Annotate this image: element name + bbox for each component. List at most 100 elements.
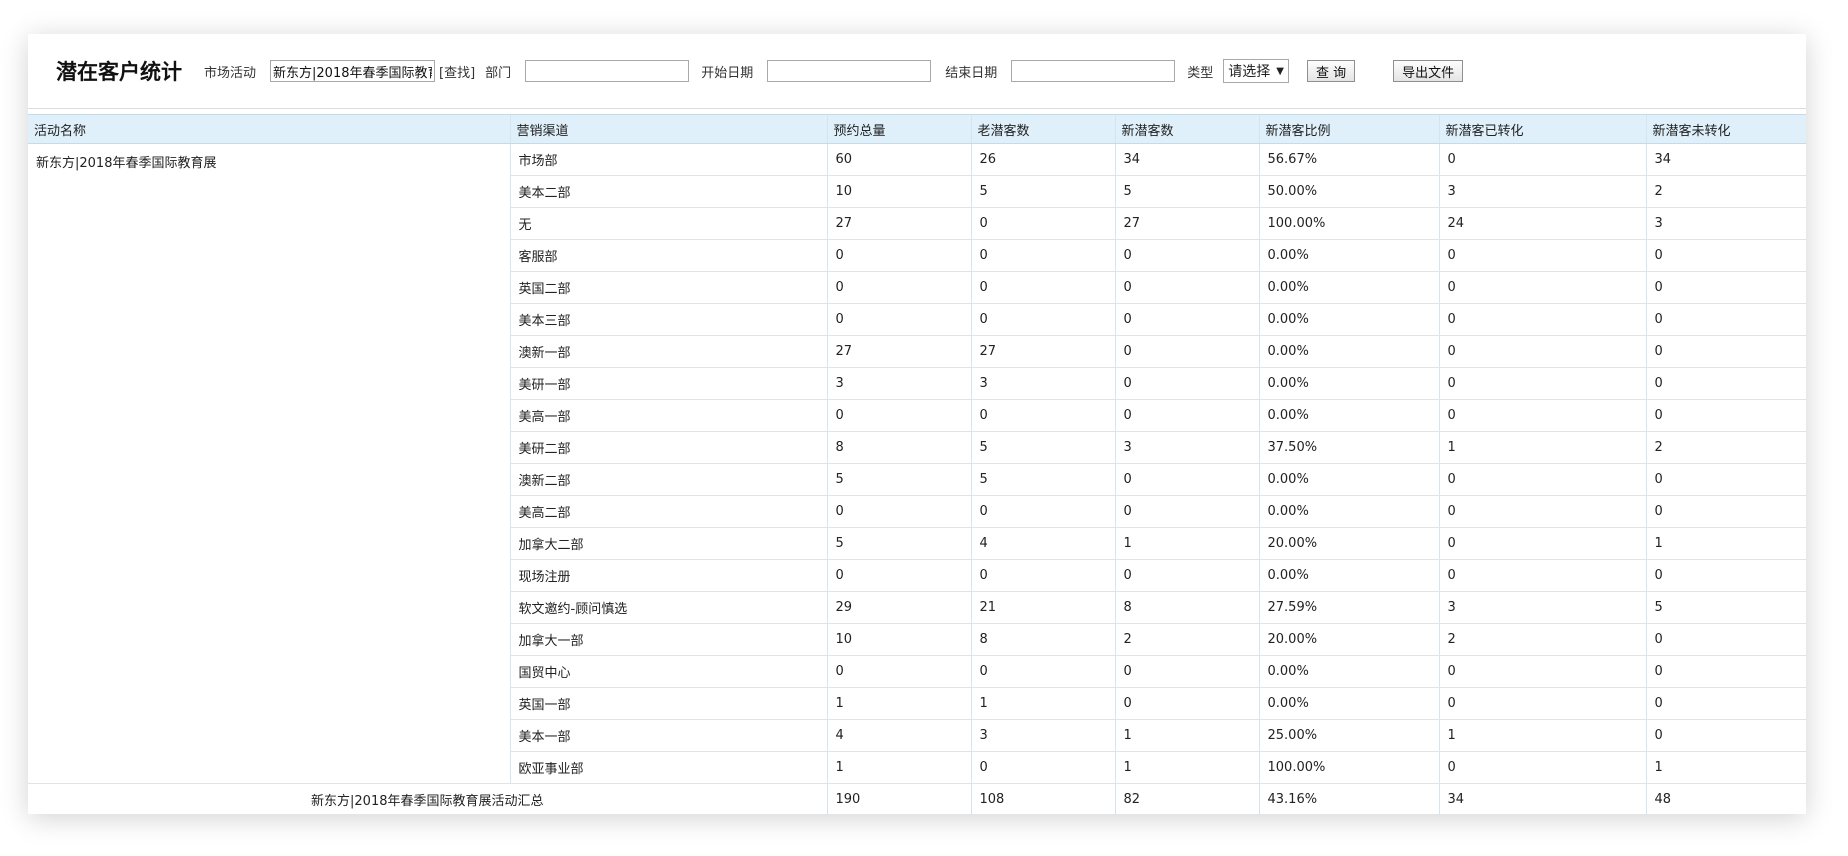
cell-channel: 美本三部 — [509, 303, 827, 336]
export-button[interactable]: 导出文件 — [1393, 60, 1464, 82]
department-input[interactable] — [525, 60, 690, 82]
cell-new-lead-ratio: 100.00% — [1258, 751, 1439, 784]
cell-total-appointments: 0 — [826, 303, 971, 336]
query-button[interactable]: 查 询 — [1306, 60, 1356, 82]
table-body: 新东方|2018年春季国际教育展 市场部 60 26 34 56.67% 0 34 美本二部 10… — [28, 143, 1806, 814]
cell-unconverted: 0 — [1645, 655, 1806, 688]
cell-channel: 国贸中心 — [509, 655, 827, 688]
cell-converted: 0 — [1438, 655, 1646, 688]
cell-converted: 1 — [1438, 719, 1646, 752]
cell-converted: 0 — [1438, 367, 1646, 400]
cell-converted: 0 — [1438, 751, 1646, 784]
start-date-input[interactable] — [767, 60, 932, 82]
cell-unconverted: 34 — [1645, 143, 1806, 176]
cell-new-leads: 0 — [1114, 559, 1259, 592]
cell-converted: 0 — [1438, 335, 1646, 368]
cell-old-leads: 0 — [970, 399, 1115, 432]
cell-new-lead-ratio: 0.00% — [1258, 559, 1439, 592]
cell-converted: 0 — [1438, 527, 1646, 560]
cell-channel: 澳新一部 — [509, 335, 827, 368]
cell-total-appointments: 10 — [826, 623, 971, 656]
cell-new-leads: 0 — [1114, 463, 1259, 496]
cell-total-appointments: 5 — [826, 463, 971, 496]
cell-converted: 0 — [1438, 143, 1646, 176]
cell-channel: 软文邀约-顾问慎选 — [509, 591, 827, 624]
cell-channel: 美本二部 — [509, 175, 827, 208]
summary-row: 新东方|2018年春季国际教育展活动汇总 190 108 82 43.16% 34 48 — [28, 783, 1806, 814]
cell-unconverted: 0 — [1645, 623, 1806, 656]
cell-unconverted: 0 — [1645, 399, 1806, 432]
header-new-lead-ratio: 新潜客比例 — [1258, 114, 1439, 144]
cell-unconverted: 3 — [1645, 207, 1806, 240]
cell-new-leads: 0 — [1114, 687, 1259, 720]
cell-new-leads: 0 — [1114, 399, 1259, 432]
table-row: 新东方|2018年春季国际教育展 市场部 60 26 34 56.67% 0 34 — [28, 143, 1806, 784]
cell-unconverted: 0 — [1645, 271, 1806, 304]
cell-old-leads: 5 — [970, 463, 1115, 496]
cell-new-leads: 0 — [1114, 335, 1259, 368]
cell-unconverted: 0 — [1645, 719, 1806, 752]
cell-unconverted: 1 — [1645, 751, 1806, 784]
cell-new-lead-ratio: 0.00% — [1258, 335, 1439, 368]
cell-new-lead-ratio: 0.00% — [1258, 271, 1439, 304]
cell-old-leads: 8 — [970, 623, 1115, 656]
type-select-value: 请选择 — [1228, 64, 1271, 80]
cell-new-leads: 1 — [1114, 751, 1259, 784]
cell-new-lead-ratio: 0.00% — [1258, 239, 1439, 272]
cell-new-leads: 0 — [1114, 271, 1259, 304]
end-date-input[interactable] — [1011, 60, 1176, 82]
cell-old-leads: 1 — [970, 687, 1115, 720]
end-date-label: 结束日期 — [945, 65, 998, 81]
cell-new-lead-ratio: 20.00% — [1258, 527, 1439, 560]
cell-total-appointments: 0 — [826, 239, 971, 272]
header-unconverted: 新潜客未转化 — [1645, 114, 1806, 144]
find-link[interactable]: [查找] — [439, 62, 475, 81]
cell-old-leads: 0 — [970, 751, 1115, 784]
cell-new-leads: 5 — [1114, 175, 1259, 208]
cell-old-leads: 0 — [970, 655, 1115, 688]
cell-total-appointments: 0 — [826, 559, 971, 592]
summary-old-leads: 108 — [970, 783, 1115, 814]
cell-converted: 24 — [1438, 207, 1646, 240]
cell-converted: 0 — [1438, 495, 1646, 528]
cell-total-appointments: 1 — [826, 687, 971, 720]
cell-new-lead-ratio: 56.67% — [1258, 143, 1439, 176]
cell-converted: 0 — [1438, 559, 1646, 592]
activity-input[interactable] — [270, 60, 436, 82]
cell-total-appointments: 5 — [826, 527, 971, 560]
cell-new-lead-ratio: 0.00% — [1258, 399, 1439, 432]
header-row: 活动名称 营销渠道 预约总量 老潜客数 新潜客数 新潜客比例 新潜客已转化 新潜… — [28, 114, 1806, 144]
cell-channel: 英国二部 — [509, 271, 827, 304]
cell-new-leads: 34 — [1114, 143, 1259, 176]
cell-old-leads: 5 — [970, 175, 1115, 208]
cell-total-appointments: 8 — [826, 431, 971, 464]
header-old-leads: 老潜客数 — [970, 114, 1115, 144]
summary-unconverted: 48 — [1645, 783, 1806, 814]
cell-old-leads: 4 — [970, 527, 1115, 560]
cell-converted: 3 — [1438, 175, 1646, 208]
cell-new-lead-ratio: 0.00% — [1258, 687, 1439, 720]
type-select[interactable]: 请选择 ▼ — [1223, 59, 1289, 83]
cell-converted: 0 — [1438, 271, 1646, 304]
cell-total-appointments: 4 — [826, 719, 971, 752]
cell-new-lead-ratio: 0.00% — [1258, 495, 1439, 528]
cell-new-lead-ratio: 27.59% — [1258, 591, 1439, 624]
cell-new-lead-ratio: 25.00% — [1258, 719, 1439, 752]
type-label: 类型 — [1187, 65, 1214, 81]
cell-unconverted: 0 — [1645, 559, 1806, 592]
cell-old-leads: 3 — [970, 719, 1115, 752]
cell-new-leads: 0 — [1114, 655, 1259, 688]
header-converted: 新潜客已转化 — [1438, 114, 1646, 144]
cell-channel: 客服部 — [509, 239, 827, 272]
cell-channel: 加拿大一部 — [509, 623, 827, 656]
summary-new-lead-ratio: 43.16% — [1258, 783, 1439, 814]
cell-unconverted: 2 — [1645, 431, 1806, 464]
stats-table: 活动名称 营销渠道 预约总量 老潜客数 新潜客数 新潜客比例 新潜客已转化 新潜… — [28, 114, 1806, 814]
cell-channel: 美高一部 — [509, 399, 827, 432]
cell-unconverted: 2 — [1645, 175, 1806, 208]
cell-new-leads: 27 — [1114, 207, 1259, 240]
cell-channel: 美高二部 — [509, 495, 827, 528]
summary-new-leads: 82 — [1114, 783, 1259, 814]
start-date-label: 开始日期 — [701, 65, 754, 81]
cell-old-leads: 5 — [970, 431, 1115, 464]
